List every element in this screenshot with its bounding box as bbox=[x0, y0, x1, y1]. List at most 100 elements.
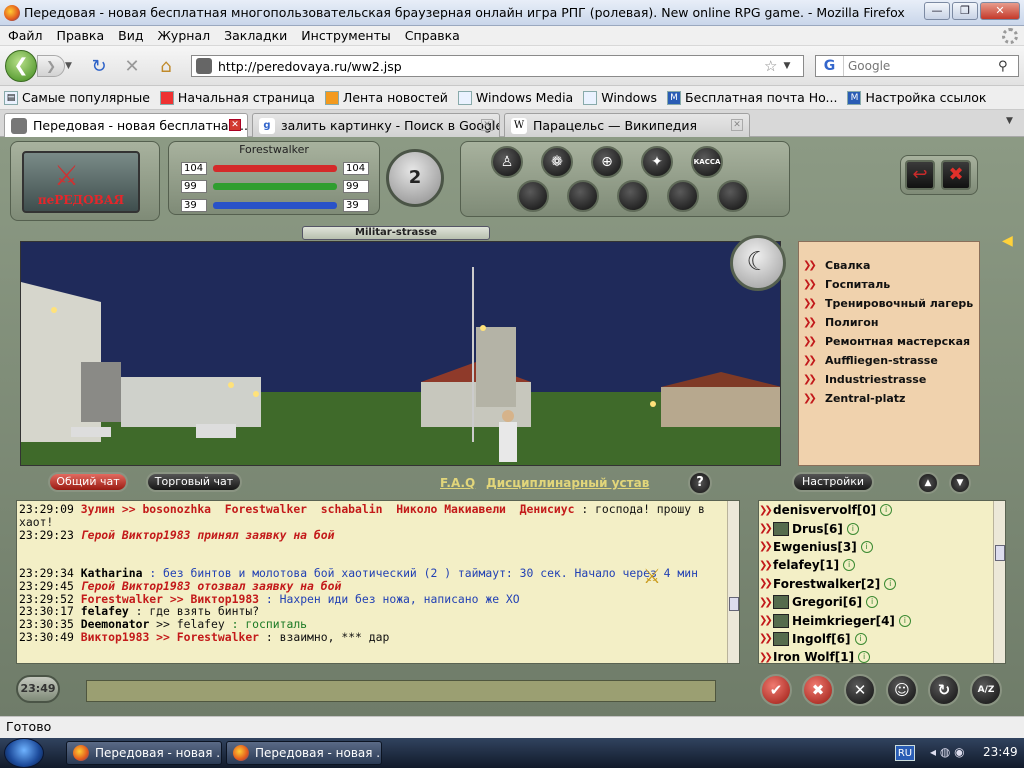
menu-tools[interactable]: Инструменты bbox=[301, 28, 390, 43]
private-message-chevron-icon[interactable]: ❯❯ bbox=[759, 541, 773, 552]
chat-scroll-thumb[interactable] bbox=[729, 597, 739, 611]
send-message-button[interactable]: ✔ bbox=[760, 674, 792, 706]
users-scrollbar[interactable] bbox=[993, 501, 1005, 663]
rules-link[interactable]: Дисциплинарный устав bbox=[486, 476, 649, 490]
online-users-list[interactable]: ❯❯ denisvervolf[0] i ❯❯ Drus[6] i ❯❯ Ewgenius[3… bbox=[758, 500, 1006, 664]
user-name[interactable]: Ewgenius[3] bbox=[773, 540, 857, 554]
tab-list-chevron-icon[interactable]: ▼ bbox=[1006, 116, 1020, 132]
game-scene[interactable] bbox=[20, 241, 781, 466]
cashier-button[interactable]: КАССА bbox=[691, 146, 723, 178]
forward-button[interactable]: ❯ bbox=[37, 55, 65, 77]
character-button[interactable]: ♙ bbox=[491, 146, 523, 178]
help-button[interactable]: ? bbox=[688, 471, 712, 495]
stop-button[interactable]: ✕ bbox=[121, 56, 143, 78]
history-dropdown-button[interactable]: ▼ bbox=[65, 55, 79, 77]
scroll-up-button[interactable]: ▲ bbox=[917, 472, 939, 494]
user-list-item[interactable]: ❯❯ felafey[1] i bbox=[759, 556, 1005, 574]
chat-scrollbar[interactable] bbox=[727, 501, 739, 663]
tab-peredovaya[interactable]: Передовая - новая бесплатная ... ✕ bbox=[4, 113, 248, 137]
menu-help[interactable]: Справка bbox=[405, 28, 460, 43]
tab-google-search[interactable]: g залить картинку - Поиск в Google ✕ bbox=[252, 113, 500, 137]
menu-edit[interactable]: Правка bbox=[57, 28, 105, 43]
smileys-button[interactable]: ☺ bbox=[886, 674, 918, 706]
battle-button[interactable]: ✦ bbox=[641, 146, 673, 178]
location-link[interactable]: ❯❯ Zentral-platz bbox=[803, 389, 973, 408]
user-info-icon[interactable]: i bbox=[866, 596, 879, 609]
chat-input-field[interactable] bbox=[86, 680, 716, 702]
menu-bookmarks[interactable]: Закладки bbox=[224, 28, 287, 43]
taskbar-item-firefox[interactable]: Передовая - новая ... bbox=[66, 741, 222, 765]
close-tab-icon[interactable]: ✕ bbox=[481, 119, 493, 131]
bookmark-star-icon[interactable]: ☆ bbox=[764, 57, 777, 75]
location-link[interactable]: ❯❯ Auffliegen-strasse bbox=[803, 351, 973, 370]
search-bar[interactable]: G ⚲ bbox=[815, 55, 1019, 77]
bookmark-windows[interactable]: Windows bbox=[583, 90, 657, 105]
chat-message-text[interactable]: Зулин >> bosonozhka Forestwalker schabal… bbox=[81, 502, 575, 516]
bookmark-start-page[interactable]: Начальная страница bbox=[159, 90, 315, 105]
user-name[interactable]: felafey[1] bbox=[773, 558, 839, 572]
home-button[interactable]: ⌂ bbox=[155, 56, 177, 78]
game-logo[interactable]: ⚔ пеРЕДОВАЯ bbox=[22, 151, 140, 213]
user-info-icon[interactable]: i bbox=[846, 522, 859, 535]
scroll-down-button[interactable]: ▼ bbox=[949, 472, 971, 494]
location-link[interactable]: ❯❯ Ремонтная мастерская bbox=[803, 332, 973, 351]
bookmark-hotmail[interactable]: M Бесплатная почта Ho... bbox=[667, 90, 837, 105]
chat-log[interactable]: 23:29:09 Зулин >> bosonozhka Forestwalke… bbox=[16, 500, 740, 664]
tray-icons[interactable]: ◂ ◍ ◉ bbox=[930, 745, 965, 759]
private-message-chevron-icon[interactable]: ❯❯ bbox=[759, 615, 773, 626]
bookmark-link-settings[interactable]: M Настройка ссылок bbox=[847, 90, 986, 105]
tab-general-chat[interactable]: Общий чат bbox=[48, 472, 128, 492]
private-message-chevron-icon[interactable]: ❯❯ bbox=[759, 652, 773, 663]
sort-users-button[interactable]: A/Z bbox=[970, 674, 1002, 706]
world-map-button[interactable]: ⊕ bbox=[591, 146, 623, 178]
user-name[interactable]: Drus[6] bbox=[792, 522, 843, 536]
bookmark-windows-media[interactable]: Windows Media bbox=[457, 90, 573, 105]
clan-button[interactable]: ❁ bbox=[541, 146, 573, 178]
private-message-chevron-icon[interactable]: ❯❯ bbox=[759, 633, 773, 644]
user-list-item[interactable]: ❯❯ denisvervolf[0] i bbox=[759, 501, 1005, 519]
user-list-item[interactable]: ❯❯ Ewgenius[3] i bbox=[759, 538, 1005, 556]
location-link[interactable]: ❯❯ Industriestrasse bbox=[803, 370, 973, 389]
user-info-icon[interactable]: i bbox=[860, 540, 873, 553]
user-name[interactable]: Heimkrieger[4] bbox=[792, 614, 895, 628]
user-info-icon[interactable]: i bbox=[884, 577, 897, 590]
slot-button-1[interactable] bbox=[517, 180, 549, 212]
refresh-chat-button[interactable]: ↻ bbox=[928, 674, 960, 706]
slot-button-4[interactable] bbox=[667, 180, 699, 212]
user-info-icon[interactable]: i bbox=[880, 504, 893, 517]
private-message-chevron-icon[interactable]: ❯❯ bbox=[759, 505, 773, 516]
search-engine-icon[interactable]: G bbox=[816, 56, 844, 76]
url-dropdown-icon[interactable]: ▼ bbox=[783, 61, 790, 71]
user-list-item[interactable]: ❯❯ Ingolf[6] i bbox=[759, 630, 1005, 648]
menu-view[interactable]: Вид bbox=[118, 28, 143, 43]
faq-link[interactable]: F.A.Q bbox=[440, 476, 475, 490]
exit-game-button[interactable]: ✖ bbox=[941, 160, 971, 190]
collapse-panel-icon[interactable]: ◀ bbox=[1002, 233, 1018, 255]
user-list-item[interactable]: ❯❯ Drus[6] i bbox=[759, 519, 1005, 537]
url-bar[interactable]: ☆ ▼ bbox=[191, 55, 804, 77]
close-tab-icon[interactable]: ✕ bbox=[229, 119, 241, 131]
user-name[interactable]: Forestwalker[2] bbox=[773, 577, 880, 591]
location-link[interactable]: ❯❯ Свалка bbox=[803, 256, 973, 275]
user-list-item[interactable]: ❯❯ Forestwalker[2] i bbox=[759, 575, 1005, 593]
user-info-icon[interactable]: i bbox=[854, 632, 867, 645]
tray-clock[interactable]: 23:49 bbox=[983, 745, 1018, 759]
level-gauge[interactable]: 2 bbox=[386, 149, 444, 207]
user-name[interactable]: Iron Wolf[1] bbox=[773, 650, 854, 663]
start-button[interactable] bbox=[4, 738, 44, 768]
back-button[interactable]: ❮ bbox=[5, 50, 37, 82]
location-link[interactable]: ❯❯ Госпиталь bbox=[803, 275, 973, 294]
bookmark-news-feed[interactable]: Лента новостей bbox=[324, 90, 448, 105]
close-tab-icon[interactable]: ✕ bbox=[731, 119, 743, 131]
tab-wikipedia[interactable]: W Парацельс — Википедия ✕ bbox=[504, 113, 750, 137]
user-name[interactable]: denisvervolf[0] bbox=[773, 503, 876, 517]
user-list-item[interactable]: ❯❯ Heimkrieger[4] i bbox=[759, 611, 1005, 629]
search-icon[interactable]: ⚲ bbox=[998, 59, 1008, 74]
reload-button[interactable]: ↻ bbox=[88, 56, 110, 78]
tab-trade-chat[interactable]: Торговый чат bbox=[146, 472, 242, 492]
users-scroll-thumb[interactable] bbox=[995, 545, 1005, 561]
user-list-item[interactable]: ❯❯ Gregori[6] i bbox=[759, 593, 1005, 611]
clear-private-button[interactable]: ✖ bbox=[802, 674, 834, 706]
chat-message-text[interactable]: Виктор1983 >> Forestwalker bbox=[81, 630, 259, 644]
user-info-icon[interactable]: i bbox=[858, 651, 871, 663]
